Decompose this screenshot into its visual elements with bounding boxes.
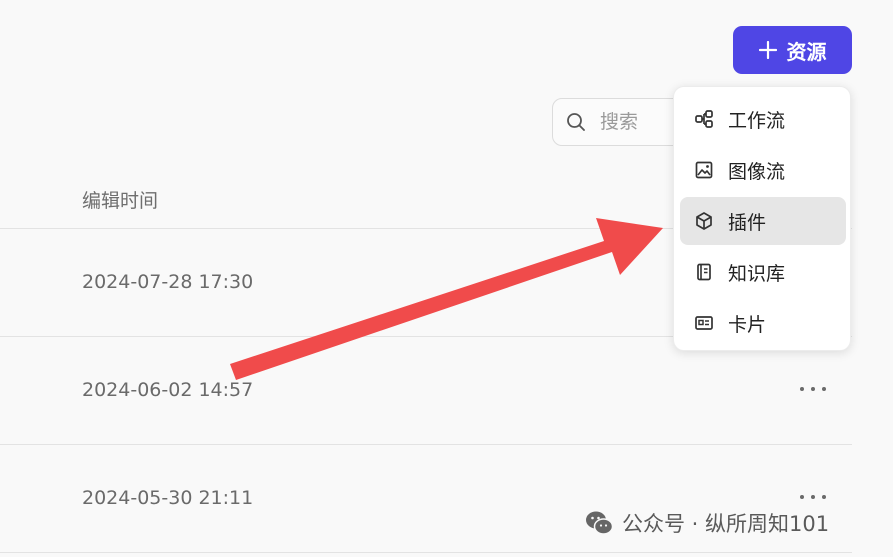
menu-item-label: 插件 <box>728 211 767 234</box>
add-resource-button[interactable]: 资源 <box>733 26 852 74</box>
card-icon <box>695 316 713 330</box>
menu-item-label: 卡片 <box>728 313 767 336</box>
menu-item-knowledge-base[interactable]: 知识库 <box>680 248 846 296</box>
menu-item-label: 知识库 <box>728 262 786 285</box>
row-edit-time: 2024-05-30 21:11 <box>82 487 254 509</box>
more-options-icon[interactable] <box>800 490 826 504</box>
menu-item-card[interactable]: 卡片 <box>680 299 846 347</box>
resource-type-menu: 工作流 图像流 插件 知识库 卡片 <box>673 86 851 351</box>
add-resource-label: 资源 <box>786 39 827 64</box>
menu-item-workflow[interactable]: 工作流 <box>680 95 846 143</box>
row-edit-time: 2024-07-28 17:30 <box>82 271 254 293</box>
watermark-text: 公众号 · 纵所周知101 <box>622 512 830 536</box>
plus-icon <box>758 41 777 59</box>
menu-item-label: 图像流 <box>728 160 786 183</box>
wechat-icon <box>586 511 614 535</box>
menu-item-label: 工作流 <box>728 109 786 132</box>
column-header-edit-time: 编辑时间 <box>82 190 159 212</box>
menu-item-image-flow[interactable]: 图像流 <box>680 146 846 194</box>
row-divider <box>0 552 852 553</box>
workflow-icon <box>695 110 713 128</box>
row-divider <box>0 444 852 445</box>
watermark: 公众号 · 纵所周知101 <box>584 508 829 538</box>
knowledge-base-icon <box>697 263 711 281</box>
plugin-icon <box>696 212 712 230</box>
menu-item-plugin[interactable]: 插件 <box>680 197 846 245</box>
more-options-icon[interactable] <box>800 382 826 396</box>
image-flow-icon <box>695 161 713 179</box>
row-edit-time: 2024-06-02 14:57 <box>82 379 254 401</box>
search-icon <box>567 113 585 131</box>
